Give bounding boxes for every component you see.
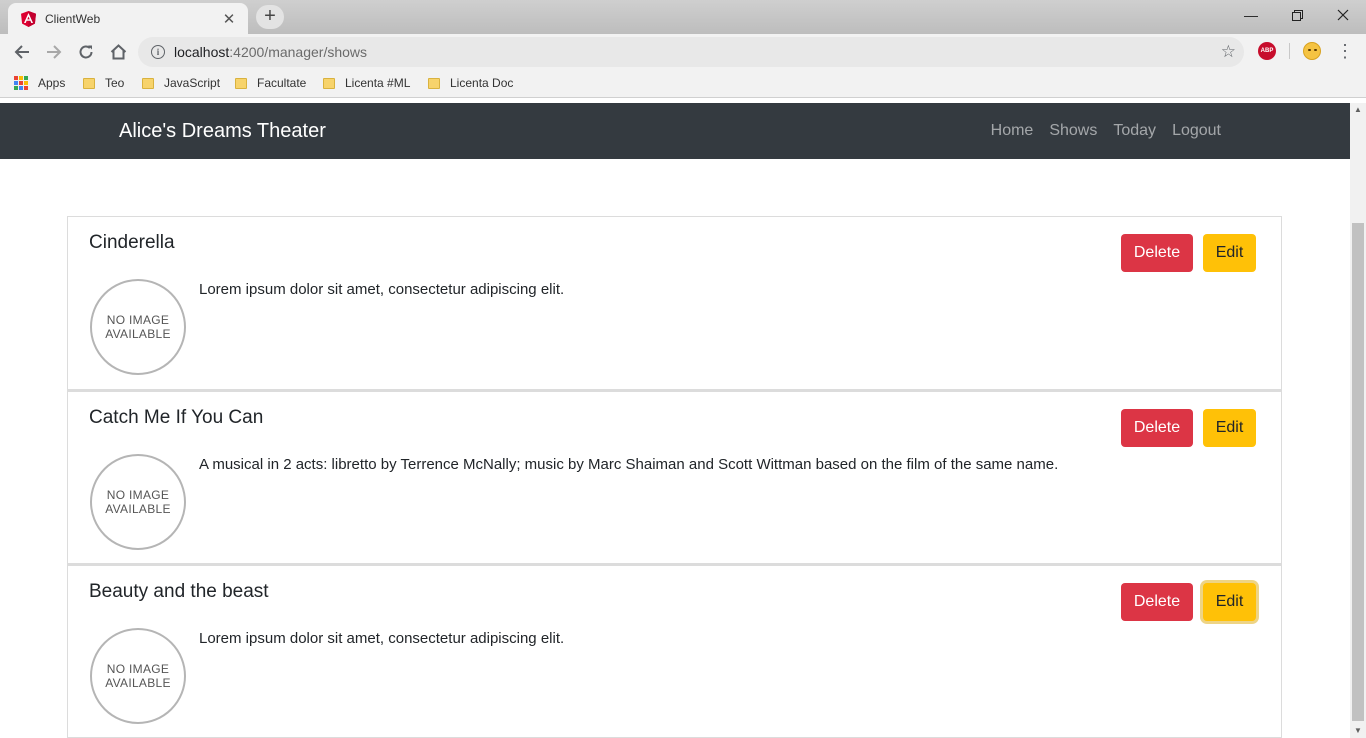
url-path: :4200/manager/shows bbox=[229, 44, 368, 60]
browser-tab-strip: ClientWeb ✕ + — bbox=[0, 0, 1366, 34]
show-title: Cinderella bbox=[89, 232, 175, 253]
show-list: Cinderella Delete Edit NO IMAGE AVAILABL… bbox=[67, 216, 1282, 738]
no-image-placeholder: NO IMAGE AVAILABLE bbox=[90, 628, 186, 724]
forward-icon[interactable] bbox=[40, 38, 68, 66]
bookmark-label: Facultate bbox=[257, 76, 307, 90]
nav-links: Home Shows Today Logout bbox=[991, 122, 1221, 140]
delete-button[interactable]: Delete bbox=[1121, 234, 1193, 272]
no-image-placeholder: NO IMAGE AVAILABLE bbox=[90, 454, 186, 550]
restore-icon[interactable] bbox=[1274, 0, 1320, 30]
show-description: Lorem ipsum dolor sit amet, consectetur … bbox=[199, 630, 565, 647]
page-viewport: Alice's Dreams Theater Home Shows Today … bbox=[0, 103, 1350, 738]
home-icon[interactable] bbox=[104, 38, 132, 66]
show-title: Catch Me If You Can bbox=[89, 407, 264, 428]
tab-close-icon[interactable]: ✕ bbox=[220, 10, 238, 28]
bookmark-apps[interactable]: Apps bbox=[14, 76, 65, 90]
reload-icon[interactable] bbox=[72, 38, 100, 66]
no-image-text: NO IMAGE bbox=[106, 662, 170, 676]
bookmarks-bar: Apps Teo JavaScript Facultate Licenta #M… bbox=[0, 70, 1366, 98]
no-image-text: NO IMAGE bbox=[106, 313, 170, 327]
show-card: Catch Me If You Can Delete Edit NO IMAGE… bbox=[67, 390, 1282, 564]
site-navbar: Alice's Dreams Theater Home Shows Today … bbox=[0, 103, 1350, 159]
bookmark-licenta-ml[interactable]: Licenta #ML bbox=[323, 76, 410, 90]
bookmark-licenta-doc[interactable]: Licenta Doc bbox=[428, 76, 513, 90]
page-scrollbar[interactable]: ▲ ▼ bbox=[1350, 103, 1366, 738]
apps-grid-icon bbox=[14, 76, 28, 90]
nav-link-logout[interactable]: Logout bbox=[1172, 122, 1221, 140]
bookmark-javascript[interactable]: JavaScript bbox=[142, 76, 220, 90]
bookmark-teo[interactable]: Teo bbox=[83, 76, 124, 90]
nav-link-shows[interactable]: Shows bbox=[1049, 122, 1097, 140]
scroll-down-icon[interactable]: ▼ bbox=[1350, 724, 1366, 738]
bookmark-star-icon[interactable]: ☆ bbox=[1221, 42, 1236, 62]
brand-link[interactable]: Alice's Dreams Theater bbox=[119, 120, 326, 143]
no-image-text: AVAILABLE bbox=[105, 327, 171, 341]
bookmark-label: Apps bbox=[38, 76, 66, 90]
url-host: localhost bbox=[174, 44, 230, 60]
bookmark-label: Teo bbox=[105, 76, 125, 90]
delete-button[interactable]: Delete bbox=[1121, 583, 1193, 621]
bookmark-label: JavaScript bbox=[164, 76, 221, 90]
folder-icon bbox=[235, 77, 247, 89]
folder-icon bbox=[83, 77, 95, 89]
edit-button[interactable]: Edit bbox=[1203, 234, 1256, 272]
nav-link-today[interactable]: Today bbox=[1113, 122, 1156, 140]
folder-icon bbox=[428, 77, 440, 89]
new-tab-button[interactable]: + bbox=[256, 5, 284, 29]
folder-icon bbox=[142, 77, 154, 89]
browser-tab[interactable]: ClientWeb ✕ bbox=[8, 3, 248, 34]
browser-menu-icon[interactable]: ⋮ bbox=[1336, 40, 1354, 62]
adblock-plus-icon[interactable]: ABP bbox=[1258, 42, 1276, 60]
no-image-text: NO IMAGE bbox=[106, 488, 170, 502]
delete-button[interactable]: Delete bbox=[1121, 409, 1193, 447]
edit-button[interactable]: Edit bbox=[1203, 409, 1256, 447]
scroll-thumb[interactable] bbox=[1352, 223, 1364, 721]
bookmark-facultate[interactable]: Facultate bbox=[235, 76, 306, 90]
no-image-text: AVAILABLE bbox=[105, 502, 171, 516]
show-description: A musical in 2 acts: libretto by Terrenc… bbox=[199, 456, 1059, 473]
no-image-text: AVAILABLE bbox=[105, 676, 171, 690]
show-card: Cinderella Delete Edit NO IMAGE AVAILABL… bbox=[67, 216, 1282, 390]
tab-title: ClientWeb bbox=[45, 11, 101, 26]
no-image-placeholder: NO IMAGE AVAILABLE bbox=[90, 279, 186, 375]
nav-link-home[interactable]: Home bbox=[991, 122, 1034, 140]
browser-toolbar: i localhost:4200/manager/shows ☆ bbox=[0, 34, 1366, 70]
show-description: Lorem ipsum dolor sit amet, consectetur … bbox=[199, 281, 565, 298]
angular-icon bbox=[20, 10, 36, 27]
close-window-icon[interactable] bbox=[1320, 0, 1366, 30]
url-text: localhost:4200/manager/shows bbox=[174, 44, 367, 60]
show-title: Beauty and the beast bbox=[89, 581, 269, 602]
toolbar-divider bbox=[1289, 43, 1290, 59]
bookmark-label: Licenta #ML bbox=[345, 76, 411, 90]
folder-icon bbox=[323, 77, 335, 89]
abp-label: ABP bbox=[1260, 48, 1274, 54]
show-card: Beauty and the beast Delete Edit NO IMAG… bbox=[67, 564, 1282, 738]
minimize-icon[interactable]: — bbox=[1228, 0, 1274, 30]
info-icon[interactable]: i bbox=[151, 45, 165, 59]
back-icon[interactable] bbox=[8, 38, 36, 66]
scroll-up-icon[interactable]: ▲ bbox=[1350, 103, 1366, 117]
edit-button[interactable]: Edit bbox=[1203, 583, 1256, 621]
bookmark-label: Licenta Doc bbox=[450, 76, 514, 90]
emoji-extension-icon[interactable] bbox=[1303, 42, 1321, 60]
address-bar[interactable]: i localhost:4200/manager/shows ☆ bbox=[138, 37, 1244, 67]
